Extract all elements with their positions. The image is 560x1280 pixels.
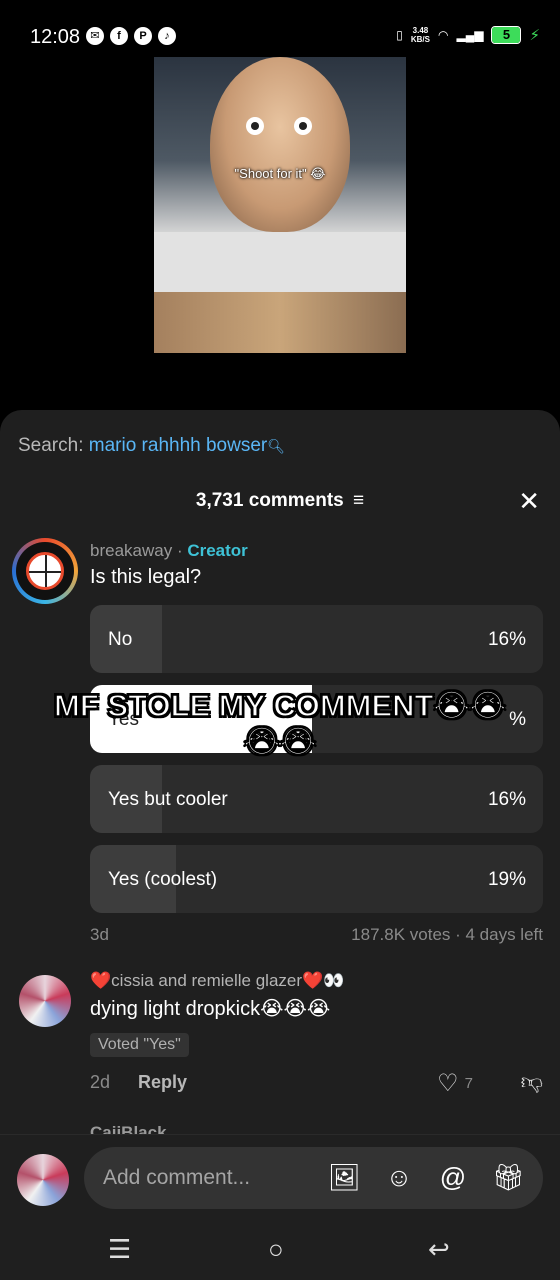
user-avatar (17, 1154, 69, 1206)
voted-badge: Voted "Yes" (90, 1033, 189, 1057)
vibrate-icon: ▯ (396, 28, 403, 42)
poll-votes: 187.8K votes · 4 days left (351, 925, 543, 944)
basketball-logo (26, 552, 64, 590)
emoji-icon[interactable]: ☺ (383, 1161, 415, 1193)
avatar[interactable] (12, 538, 78, 604)
heart-icon: ♡ (437, 1070, 459, 1097)
mention-icon[interactable]: @ (437, 1161, 469, 1193)
comment-author[interactable]: ❤️cissia and remielle glazer❤️👀 (90, 971, 344, 991)
recents-icon[interactable]: ☰ (108, 1234, 131, 1265)
overlay-caption: MF STOLE MY COMMENT😭😭 😭😭 (53, 687, 506, 760)
signal-icon: ▂▄▆ (456, 28, 484, 42)
comments-sheet: Search: mario rahhhh bowser🔍︎ 3,731 comm… (0, 410, 560, 1280)
battery-icon: 5 (491, 26, 522, 44)
poll-meta: 3d 187.8K votes · 4 days left (90, 925, 543, 945)
video-caption: "Shoot for it" 😂 (234, 166, 326, 181)
poll-option-yes-coolest[interactable]: Yes (coolest) 19% (90, 845, 543, 913)
person-face (210, 57, 350, 232)
comment-input[interactable]: Add comment... 🖼︎ ☺ @ 🎁︎ (84, 1147, 543, 1209)
like-button[interactable]: ♡ 7 (437, 1069, 473, 1098)
video-thumbnail[interactable]: "Shoot for it" 😂 (154, 57, 406, 353)
clock: 12:08 (30, 26, 81, 48)
notification-icons: ✉ f P ♪ (86, 27, 176, 45)
charging-icon: ⚡ (529, 27, 540, 44)
close-icon[interactable]: ✕ (518, 488, 540, 514)
system-icons: ▯ 3.48 KB/S ◠ ▂▄▆ 5 ⚡ (396, 26, 540, 44)
avatar[interactable] (19, 975, 71, 1027)
dislike-icon[interactable]: 👎︎ (521, 1068, 543, 1095)
like-count: 7 (464, 1075, 473, 1092)
comment-author[interactable]: breakaway · Creator (90, 541, 248, 561)
poll-option-yes-but-cooler[interactable]: Yes but cooler 16% (90, 765, 543, 833)
poll-option-no[interactable]: No 16% (90, 605, 543, 673)
facebook-icon: f (110, 27, 128, 45)
search-icon: 🔍︎ (267, 438, 286, 454)
search-term[interactable]: mario rahhhh bowser (89, 435, 267, 456)
messenger-icon: ✉ (86, 27, 104, 45)
creator-badge: Creator (187, 541, 248, 560)
back-icon[interactable]: ↩ (428, 1234, 450, 1265)
net-speed: 3.48 KB/S (410, 26, 430, 44)
parking-icon: P (134, 27, 152, 45)
comment-actions: 2d Reply ♡ 7 👎︎ (90, 1069, 543, 1097)
tiktok-icon: ♪ (158, 27, 176, 45)
comment-text: Is this legal? (90, 566, 202, 588)
comment-input-bar: Add comment... 🖼︎ ☺ @ 🎁︎ (0, 1134, 560, 1224)
search-suggestion[interactable]: Search: mario rahhhh bowser🔍︎ (18, 435, 285, 457)
image-icon[interactable]: 🖼︎ (328, 1161, 361, 1193)
comments-count: 3,731 comments ≡ (195, 490, 365, 512)
home-icon[interactable]: ○ (268, 1234, 284, 1265)
system-nav-bar: ☰ ○ ↩ (0, 1220, 560, 1280)
comment-placeholder: Add comment... (103, 1166, 251, 1189)
comment-text: dying light dropkick😭😭😭 (90, 998, 331, 1020)
wifi-icon: ◠ (438, 28, 449, 42)
comment-age: 2d (90, 1072, 111, 1092)
filter-icon[interactable]: ≡ (353, 490, 364, 512)
gift-icon[interactable]: 🎁︎ (492, 1161, 525, 1193)
reply-button[interactable]: Reply (138, 1072, 187, 1093)
comment-age: 3d (90, 925, 109, 944)
